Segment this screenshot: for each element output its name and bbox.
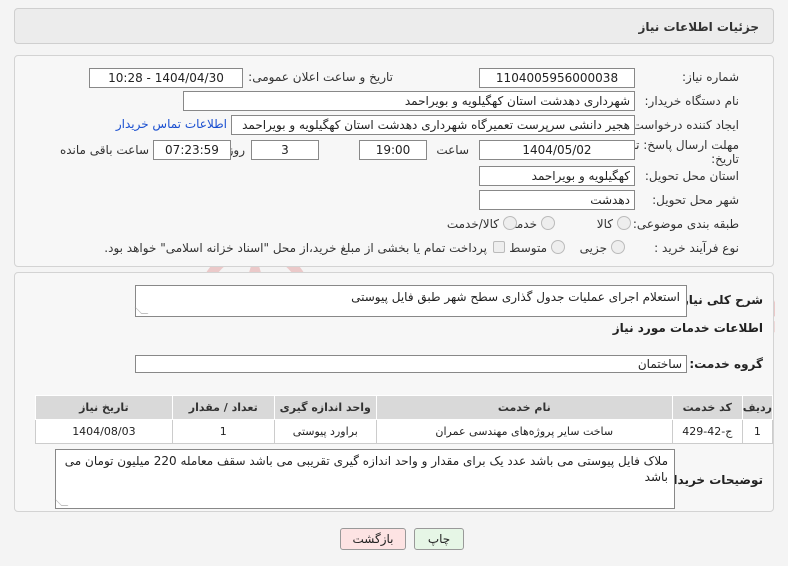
province-field[interactable]: کهگیلویه و بویراحمد [479, 166, 635, 186]
creator-label: ایجاد کننده درخواست: [628, 118, 739, 132]
summary-textarea[interactable]: استعلام اجرای عملیات جدول گذاری سطح شهر … [134, 285, 687, 317]
col-unit-header: واحد اندازه گیری [273, 395, 377, 420]
resize-handle-icon[interactable] [134, 307, 149, 314]
page-header: جزئیات اطلاعات نیاز [14, 8, 774, 44]
table-header-row: ردیف کد خدمت نام خدمت واحد اندازه گیری ت… [35, 395, 774, 420]
announce-datetime-field[interactable]: 1404/04/30 - 10:28 [89, 68, 243, 88]
summary-text: استعلام اجرای عملیات جدول گذاری سطح شهر … [351, 290, 680, 304]
table-row[interactable]: 1 ج-42-429 ساخت سایر پروژه‌های مهندسی عم… [35, 419, 774, 444]
service-group-field[interactable]: ساختمان [135, 355, 687, 373]
summary-label: شرح کلی نیاز: [677, 293, 763, 307]
category-option-goods: کالا [596, 217, 613, 231]
deadline-date-field[interactable]: 1404/05/02 [479, 140, 635, 160]
remaining-time-field[interactable]: 07:23:59 [153, 140, 231, 160]
process-radio-medium[interactable] [551, 240, 565, 254]
buyer-notes-textarea[interactable]: ملاک فایل پیوستی می باشد عدد یک برای مقد… [54, 449, 675, 509]
services-table: ردیف کد خدمت نام خدمت واحد اندازه گیری ت… [35, 395, 774, 444]
days-remaining-field[interactable]: 3 [251, 140, 319, 160]
category-option-goods-service: کالا/خدمت [446, 217, 499, 231]
category-radio-service[interactable] [541, 216, 555, 230]
col-row-header: ردیف [741, 395, 774, 420]
col-code-header: کد خدمت [671, 395, 743, 420]
service-group-label: گروه خدمت: [689, 357, 763, 371]
resize-handle-icon[interactable] [54, 499, 69, 506]
category-radio-goods[interactable] [617, 216, 631, 230]
buyer-org-field[interactable]: شهرداری دهدشت استان کهگیلویه و بویراحمد [183, 91, 635, 111]
services-section-title: اطلاعات خدمات مورد نیاز [612, 321, 763, 335]
creator-field[interactable]: هجیر دانشی سرپرست تعمیرگاه شهرداری دهدشت… [231, 115, 635, 135]
print-button[interactable]: چاپ [414, 528, 464, 550]
category-radio-goods-service[interactable] [503, 216, 517, 230]
remaining-time-label: ساعت باقی مانده [59, 143, 149, 157]
cell-unit: براورد پیوستی [273, 419, 377, 444]
deadline-label: مهلت ارسال پاسخ: تا [632, 138, 739, 152]
process-option-medium: متوسط [509, 241, 547, 255]
need-number-label: شماره نیاز: [682, 70, 739, 84]
col-qty-header: تعداد / مقدار [171, 395, 275, 420]
need-details-panel: شرح کلی نیاز: استعلام اجرای عملیات جدول … [14, 272, 774, 512]
col-date-header: تاریخ نیاز [35, 395, 173, 420]
cell-qty: 1 [171, 419, 275, 444]
city-label: شهر محل تحویل: [652, 193, 739, 207]
cell-date: 1404/08/03 [35, 419, 173, 444]
category-label: طبقه بندی موضوعی: [632, 217, 739, 231]
col-name-header: نام خدمت [375, 395, 673, 420]
buyer-notes-label: توضیحات خریدار: [661, 473, 763, 487]
cell-name: ساخت سایر پروژه‌های مهندسی عمران [375, 419, 673, 444]
buyer-notes-text: ملاک فایل پیوستی می باشد عدد یک برای مقد… [64, 454, 668, 484]
buyer-contact-link[interactable]: اطلاعات تماس خریدار [116, 117, 227, 131]
deadline-label-line2: تاریخ: [711, 152, 739, 166]
deadline-time-label: ساعت [436, 143, 469, 157]
buyer-org-label: نام دستگاه خریدار: [644, 94, 740, 108]
treasury-payment-note: پرداخت تمام یا بخشی از مبلغ خرید،از محل … [104, 241, 487, 255]
treasury-payment-checkbox[interactable] [493, 241, 505, 253]
cell-row: 1 [741, 419, 774, 444]
process-type-label: نوع فرآیند خرید : [654, 241, 739, 255]
province-label: استان محل تحویل: [644, 169, 739, 183]
page-title: جزئیات اطلاعات نیاز [638, 20, 759, 34]
announce-datetime-label: تاریخ و ساعت اعلان عمومی: [248, 70, 393, 84]
process-radio-minor[interactable] [611, 240, 625, 254]
need-info-panel: شماره نیاز: 1104005956000038 تاریخ و ساع… [14, 55, 774, 267]
deadline-time-field[interactable]: 19:00 [359, 140, 427, 160]
city-field[interactable]: دهدشت [479, 190, 635, 210]
process-option-minor: جزیی [579, 241, 607, 255]
cell-code: ج-42-429 [671, 419, 743, 444]
need-number-field[interactable]: 1104005956000038 [479, 68, 635, 88]
back-button[interactable]: بازگشت [340, 528, 406, 550]
